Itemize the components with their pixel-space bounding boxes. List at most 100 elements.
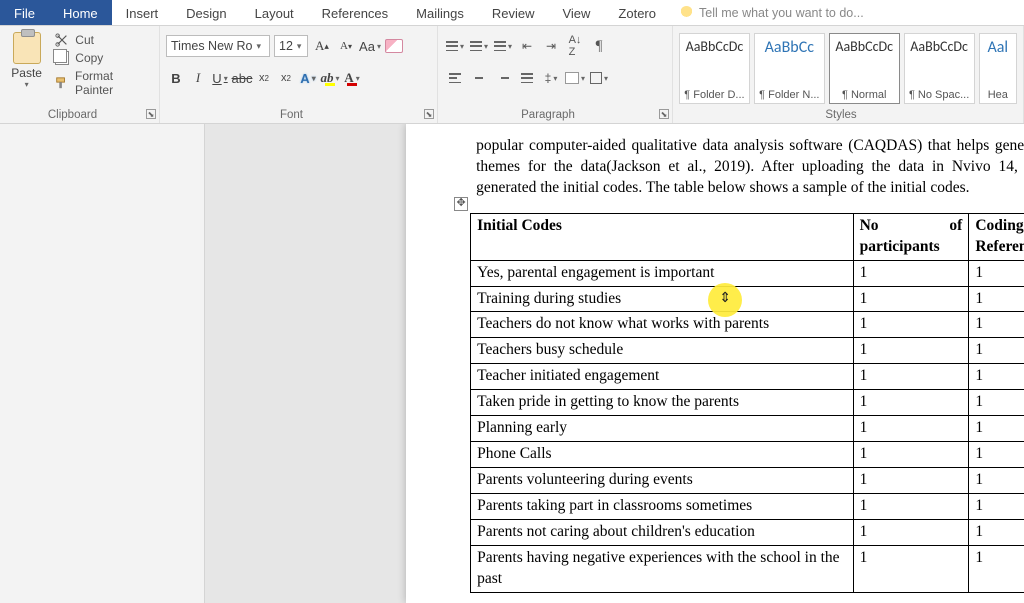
cell-code[interactable]: Parents not caring about children's educ…	[471, 519, 853, 545]
cell-code[interactable]: Teachers do not know what works with par…	[471, 312, 853, 338]
tab-view[interactable]: View	[548, 0, 604, 25]
tab-layout[interactable]: Layout	[241, 0, 308, 25]
copy-button[interactable]: Copy	[55, 51, 153, 65]
cell-references[interactable]: 1	[969, 338, 1024, 364]
cell-participants[interactable]: 1	[853, 260, 969, 286]
page-scroll[interactable]: popular computer-aided qualitative data …	[205, 124, 1024, 603]
tab-review[interactable]: Review	[478, 0, 549, 25]
justify-button[interactable]	[516, 67, 538, 89]
highlight-button[interactable]: ab▾	[320, 67, 340, 89]
cell-references[interactable]: 1	[969, 493, 1024, 519]
align-center-button[interactable]	[468, 67, 490, 89]
shrink-font-button[interactable]: A▾	[336, 35, 356, 57]
cell-code[interactable]: Yes, parental engagement is important	[471, 260, 853, 286]
tab-mailings[interactable]: Mailings	[402, 0, 478, 25]
line-spacing-button[interactable]: ‡▾	[540, 67, 562, 89]
tab-references[interactable]: References	[308, 0, 402, 25]
align-right-button[interactable]	[492, 67, 514, 89]
cell-references[interactable]: 1	[969, 390, 1024, 416]
cell-code[interactable]: Teacher initiated engagement	[471, 364, 853, 390]
cell-code[interactable]: Phone Calls	[471, 442, 853, 468]
font-name-combo[interactable]: Times New Ro▾	[166, 35, 270, 57]
tab-home[interactable]: Home	[49, 0, 112, 25]
text-effects-button[interactable]: A▾	[298, 67, 318, 89]
style-normal[interactable]: AaBbCcDc ¶ Normal	[829, 33, 900, 104]
body-paragraph[interactable]: popular computer-aided qualitative data …	[476, 136, 1024, 199]
increase-indent-button[interactable]: ⇥	[540, 35, 562, 57]
cell-references[interactable]: 1	[969, 519, 1024, 545]
grow-font-button[interactable]: A▴	[312, 35, 332, 57]
cell-participants[interactable]: 1	[853, 519, 969, 545]
tab-zotero[interactable]: Zotero	[604, 0, 670, 25]
style-folder-d[interactable]: AaBbCcDc ¶ Folder D...	[679, 33, 750, 104]
styles-gallery[interactable]: AaBbCcDc ¶ Folder D... AaBbCc ¶ Folder N…	[679, 30, 1017, 104]
cell-references[interactable]: 1	[969, 312, 1024, 338]
tab-design[interactable]: Design	[172, 0, 240, 25]
table-row[interactable]: Phone Calls11	[471, 442, 1024, 468]
cell-participants[interactable]: 1	[853, 286, 969, 312]
cell-participants[interactable]: 1	[853, 467, 969, 493]
cell-code[interactable]: Taken pride in getting to know the paren…	[471, 390, 853, 416]
clear-formatting-button[interactable]	[384, 35, 404, 57]
table-row[interactable]: Parents not caring about children's educ…	[471, 519, 1024, 545]
font-size-combo[interactable]: 12▾	[274, 35, 308, 57]
subscript-button[interactable]: x2	[254, 67, 274, 89]
show-hide-marks-button[interactable]: ¶	[588, 35, 610, 57]
dialog-launcher-clipboard[interactable]: ⬊	[146, 109, 156, 119]
change-case-button[interactable]: Aa▾	[360, 35, 380, 57]
underline-button[interactable]: U▾	[210, 67, 230, 89]
table-row[interactable]: Planning early11	[471, 416, 1024, 442]
decrease-indent-button[interactable]: ⇤	[516, 35, 538, 57]
dialog-launcher-paragraph[interactable]: ⬊	[659, 109, 669, 119]
cell-participants[interactable]: 1	[853, 545, 969, 592]
paste-button[interactable]: Paste ▾	[6, 30, 47, 102]
table-row[interactable]: Yes, parental engagement is important11	[471, 260, 1024, 286]
strikethrough-button[interactable]: abc	[232, 67, 252, 89]
table-row[interactable]: Teachers do not know what works with par…	[471, 312, 1024, 338]
cell-code[interactable]: Teachers busy schedule	[471, 338, 853, 364]
table-row[interactable]: Parents volunteering during events11	[471, 467, 1024, 493]
multilevel-list-button[interactable]: ▾	[492, 35, 514, 57]
align-left-button[interactable]	[444, 67, 466, 89]
cell-participants[interactable]: 1	[853, 390, 969, 416]
chevron-down-icon[interactable]: ▾	[25, 80, 29, 89]
tab-file[interactable]: File	[0, 0, 49, 25]
font-color-button[interactable]: A▾	[342, 67, 362, 89]
cell-code[interactable]: Planning early	[471, 416, 853, 442]
italic-button[interactable]: I	[188, 67, 208, 89]
cell-references[interactable]: 1	[969, 442, 1024, 468]
initial-codes-table[interactable]: Initial Codes Noof participants Coding R…	[470, 213, 1024, 593]
sort-button[interactable]: A↓Z	[564, 35, 586, 57]
cell-references[interactable]: 1	[969, 260, 1024, 286]
cell-references[interactable]: 1	[969, 286, 1024, 312]
cell-participants[interactable]: 1	[853, 338, 969, 364]
cell-participants[interactable]: 1	[853, 416, 969, 442]
page[interactable]: popular computer-aided qualitative data …	[406, 124, 1024, 603]
style-heading[interactable]: Aal Hea	[979, 33, 1017, 104]
cell-references[interactable]: 1	[969, 416, 1024, 442]
style-no-spacing[interactable]: AaBbCcDc ¶ No Spac...	[904, 33, 975, 104]
cell-participants[interactable]: 1	[853, 442, 969, 468]
cell-references[interactable]: 1	[969, 364, 1024, 390]
table-row[interactable]: Teachers busy schedule11	[471, 338, 1024, 364]
navigation-pane-collapsed[interactable]	[0, 124, 205, 603]
cell-code[interactable]: Parents having negative experiences with…	[471, 545, 853, 592]
table-row[interactable]: Teacher initiated engagement11	[471, 364, 1024, 390]
numbering-button[interactable]: ▾	[468, 35, 490, 57]
format-painter-button[interactable]: Format Painter	[55, 69, 153, 97]
superscript-button[interactable]: x2	[276, 67, 296, 89]
borders-button[interactable]: ▾	[588, 67, 610, 89]
cell-code[interactable]: Parents taking part in classrooms someti…	[471, 493, 853, 519]
cell-participants[interactable]: 1	[853, 364, 969, 390]
cell-references[interactable]: 1	[969, 467, 1024, 493]
bold-button[interactable]: B	[166, 67, 186, 89]
shading-button[interactable]: ▾	[564, 67, 586, 89]
cell-code[interactable]: Parents volunteering during events	[471, 467, 853, 493]
table-row[interactable]: Taken pride in getting to know the paren…	[471, 390, 1024, 416]
tell-me-search[interactable]: Tell me what you want to do...	[670, 0, 864, 25]
cell-participants[interactable]: 1	[853, 493, 969, 519]
cut-button[interactable]: Cut	[55, 33, 153, 47]
cell-references[interactable]: 1	[969, 545, 1024, 592]
bullets-button[interactable]: ▾	[444, 35, 466, 57]
dialog-launcher-font[interactable]: ⬊	[424, 109, 434, 119]
